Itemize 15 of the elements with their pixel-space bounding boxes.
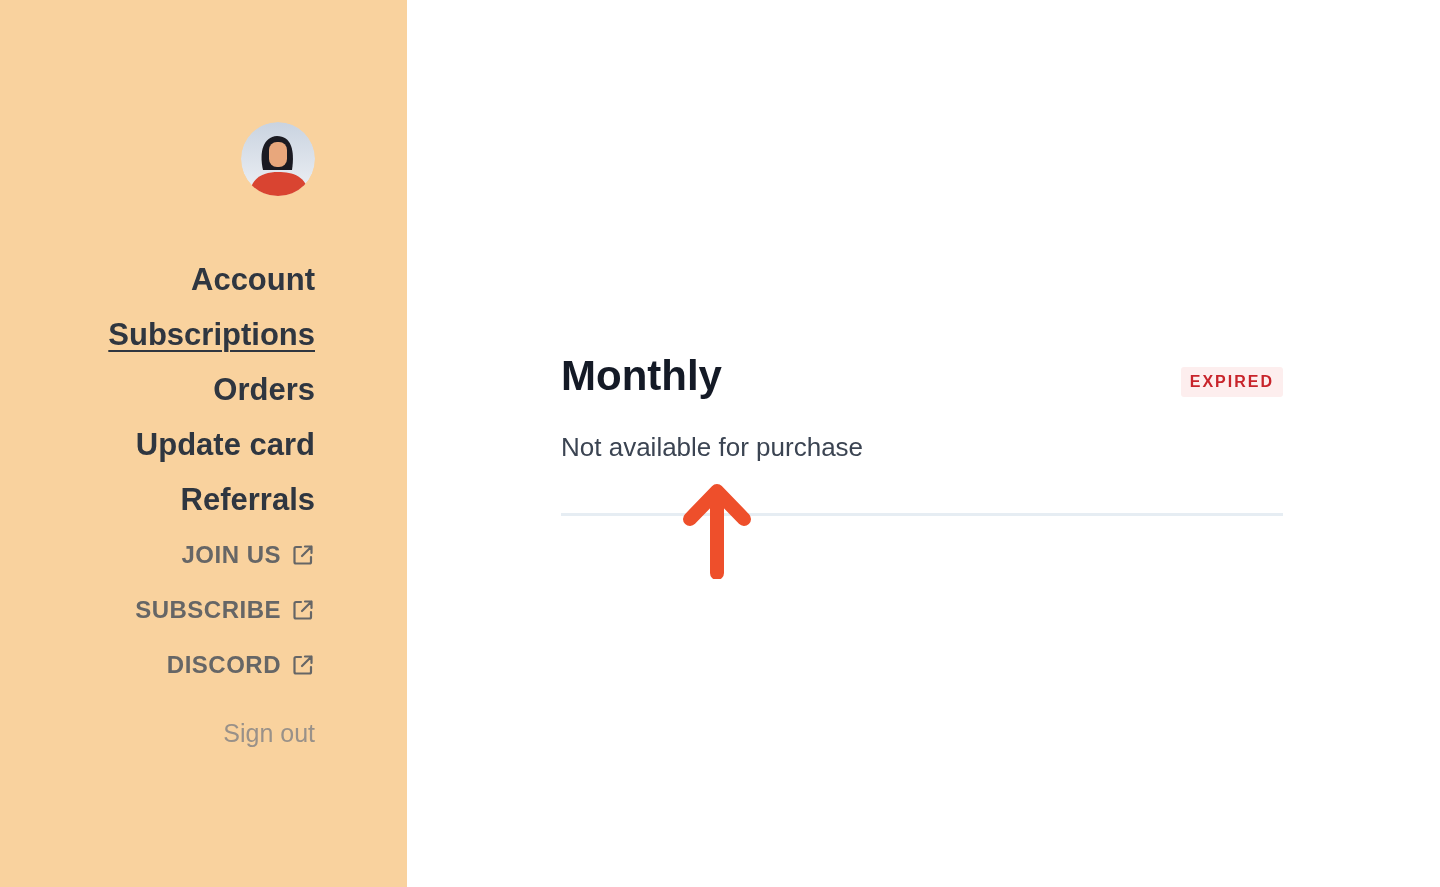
plan-title: Monthly <box>561 351 722 401</box>
avatar-icon <box>241 122 315 196</box>
external-link[interactable]: SUBSCRIBE <box>135 582 315 637</box>
external-link-icon <box>291 652 315 677</box>
external-link[interactable]: DISCORD <box>166 637 315 692</box>
plan-note: Not available for purchase <box>561 432 865 462</box>
external-link-icon <box>291 542 315 567</box>
external-link-icon <box>291 597 315 622</box>
nav-link[interactable]: Update card <box>135 417 315 472</box>
status-badge: EXPIRED <box>1180 367 1283 397</box>
nav-link[interactable]: Subscriptions <box>108 307 315 362</box>
nav-link[interactable]: Account <box>191 252 315 307</box>
external-link[interactable]: JOIN US <box>181 527 315 582</box>
nav-link[interactable]: Referrals <box>180 472 315 527</box>
nav-link[interactable]: Orders <box>213 362 315 417</box>
